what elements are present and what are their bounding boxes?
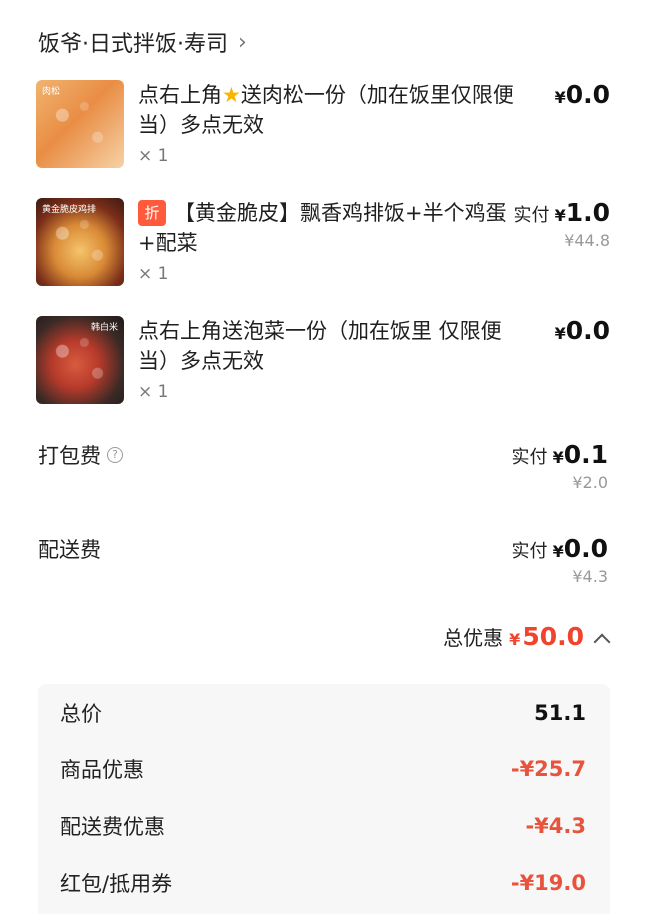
thumbnail-caption: 黄金脆皮鸡排 (42, 205, 97, 215)
thumbnail-caption: 韩白米 (90, 323, 118, 333)
item-price: 实付 ¥1.0 ¥44.8 (513, 198, 610, 250)
packaging-fee-row: 打包费 ? 实付 ¥0.1 ¥2.0 (38, 440, 610, 500)
discount-badge: 折 (138, 200, 166, 226)
item-title: 点右上角送泡菜一份（加在饭里 仅限便当）多点无效 (138, 319, 502, 373)
order-detail-card: 饭爷·日式拌饭·寿司 › 肉松 点右上角★送肉松一份（加在饭里仅限便当）多点无效… (0, 0, 650, 914)
item-thumbnail: 肉松 (36, 80, 124, 168)
order-item[interactable]: 黄金脆皮鸡排 折【黄金脆皮】飘香鸡排饭+半个鸡蛋+配菜 × 1 实付 ¥1.0 … (36, 198, 616, 294)
original-price: ¥2.0 (572, 473, 608, 492)
item-title: 点右上角★送肉松一份（加在饭里仅限便当）多点无效 (138, 83, 514, 137)
item-quantity: × 1 (138, 146, 169, 166)
original-price: ¥4.3 (572, 567, 608, 586)
packaging-fee-label: 打包费 (38, 444, 101, 468)
total-discount-label: 总优惠 (443, 626, 504, 650)
help-icon[interactable]: ? (107, 447, 123, 463)
item-price: ¥0.0 (554, 316, 610, 345)
order-item[interactable]: 肉松 点右上角★送肉松一份（加在饭里仅限便当）多点无效 × 1 ¥0.0 (36, 80, 616, 176)
star-icon: ★ (222, 83, 241, 107)
chevron-up-icon (593, 633, 611, 651)
item-price: ¥0.0 (554, 80, 610, 109)
delivery-fee-price: 实付 ¥0.0 ¥4.3 (511, 534, 608, 586)
item-thumbnail: 韩白米 (36, 316, 124, 404)
breakdown-row: 总价 51.1 (60, 701, 586, 726)
item-quantity: × 1 (138, 264, 169, 284)
thumbnail-caption: 肉松 (42, 87, 61, 97)
packaging-fee-price: 实付 ¥0.1 ¥2.0 (511, 440, 608, 492)
item-thumbnail: 黄金脆皮鸡排 (36, 198, 124, 286)
breakdown-row: 商品优惠 -¥25.7 (60, 757, 586, 782)
store-name: 饭爷·日式拌饭·寿司 (38, 32, 228, 57)
discount-breakdown: 总价 51.1 商品优惠 -¥25.7 配送费优惠 -¥4.3 红包/抵用券 -… (38, 684, 610, 914)
store-header[interactable]: 饭爷·日式拌饭·寿司 › (38, 26, 247, 58)
chevron-right-icon: › (238, 29, 247, 55)
breakdown-row: 红包/抵用券 -¥19.0 (60, 871, 586, 896)
item-quantity: × 1 (138, 382, 169, 402)
breakdown-row: 配送费优惠 -¥4.3 (60, 814, 586, 839)
item-title: 折【黄金脆皮】飘香鸡排饭+半个鸡蛋+配菜 (138, 200, 507, 255)
original-price: ¥44.8 (564, 231, 610, 250)
delivery-fee-label: 配送费 (38, 538, 101, 562)
total-discount-amount: 50.0 (522, 622, 584, 651)
delivery-fee-row: 配送费 实付 ¥0.0 ¥4.3 (38, 534, 610, 594)
total-discount-toggle[interactable]: 总优惠 ¥50.0 (443, 622, 611, 651)
order-item[interactable]: 韩白米 点右上角送泡菜一份（加在饭里 仅限便当）多点无效 × 1 ¥0.0 (36, 316, 616, 412)
